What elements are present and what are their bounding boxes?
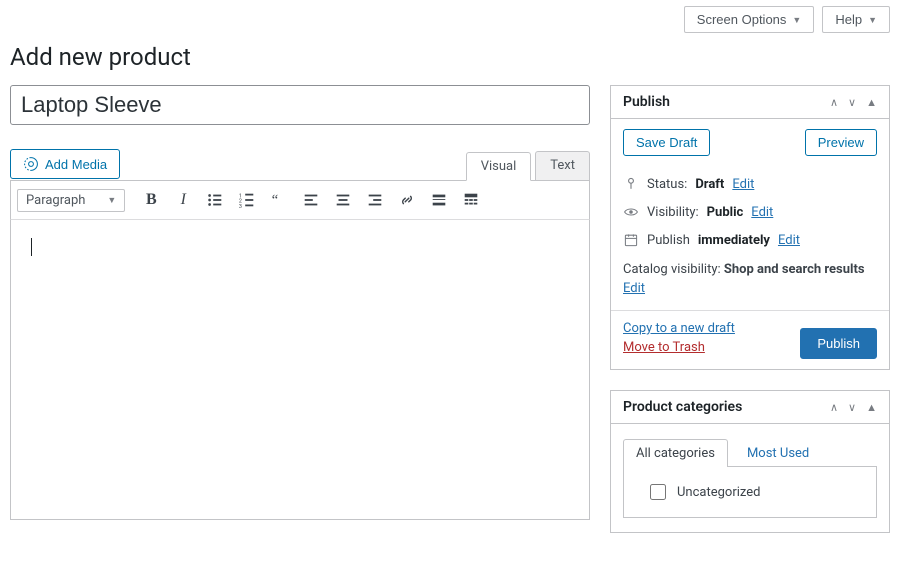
status-value: Draft <box>695 177 724 192</box>
categories-panel: Uncategorized <box>623 466 877 518</box>
product-title-input[interactable] <box>10 85 590 125</box>
edit-status-link[interactable]: Edit <box>732 177 754 192</box>
toggle-panel-icon[interactable]: ▲ <box>866 96 877 109</box>
publish-box: Publish ∧ ∨ ▲ Save Draft Preview Status:… <box>610 85 890 370</box>
category-item: Uncategorized <box>636 477 864 507</box>
quote-icon: “ <box>270 191 288 209</box>
numbered-list-button[interactable]: 123 <box>233 187 261 213</box>
calendar-icon <box>623 232 639 248</box>
bullet-list-icon <box>206 191 224 209</box>
add-media-button[interactable]: Add Media <box>10 149 120 179</box>
italic-button[interactable]: I <box>169 187 197 213</box>
help-button[interactable]: Help ▼ <box>822 6 890 33</box>
move-down-icon[interactable]: ∨ <box>848 96 856 109</box>
align-center-icon <box>334 191 352 209</box>
chevron-down-icon: ▼ <box>868 15 877 25</box>
editor-toolbar: Paragraph ▼ B I 123 “ <box>10 180 590 220</box>
help-label: Help <box>835 12 862 27</box>
tab-visual[interactable]: Visual <box>466 152 532 181</box>
svg-text:“: “ <box>272 193 278 209</box>
tab-all-categories[interactable]: All categories <box>623 439 728 467</box>
category-checkbox[interactable] <box>650 484 666 500</box>
kitchen-sink-icon <box>462 191 480 209</box>
blockquote-button[interactable]: “ <box>265 187 293 213</box>
pin-icon <box>623 176 639 192</box>
align-left-button[interactable] <box>297 187 325 213</box>
eye-icon <box>623 204 639 220</box>
visibility-label: Visibility: <box>647 205 699 220</box>
page-title: Add new product <box>10 43 890 71</box>
read-more-icon <box>430 191 448 209</box>
align-center-button[interactable] <box>329 187 357 213</box>
media-icon <box>23 156 39 172</box>
catalog-visibility-label: Catalog visibility: <box>623 262 721 277</box>
edit-catalog-link[interactable]: Edit <box>623 281 645 296</box>
catalog-visibility-value: Shop and search results <box>724 262 865 277</box>
bold-button[interactable]: B <box>137 187 165 213</box>
read-more-button[interactable] <box>425 187 453 213</box>
categories-heading: Product categories <box>623 399 742 415</box>
format-select[interactable]: Paragraph ▼ <box>17 189 125 212</box>
align-right-button[interactable] <box>361 187 389 213</box>
add-media-label: Add Media <box>45 157 107 172</box>
align-right-icon <box>366 191 384 209</box>
product-categories-box: Product categories ∧ ∨ ▲ All categories … <box>610 390 890 533</box>
move-up-icon[interactable]: ∧ <box>830 96 838 109</box>
move-up-icon[interactable]: ∧ <box>830 401 838 414</box>
category-label: Uncategorized <box>677 485 760 500</box>
toolbar-toggle-button[interactable] <box>457 187 485 213</box>
move-to-trash-link[interactable]: Move to Trash <box>623 340 735 355</box>
screen-options-label: Screen Options <box>697 12 787 27</box>
bullet-list-button[interactable] <box>201 187 229 213</box>
publish-heading: Publish <box>623 94 670 110</box>
text-cursor <box>31 238 32 256</box>
edit-schedule-link[interactable]: Edit <box>778 233 800 248</box>
copy-to-draft-link[interactable]: Copy to a new draft <box>623 321 735 336</box>
move-down-icon[interactable]: ∨ <box>848 401 856 414</box>
content-editor[interactable] <box>10 220 590 520</box>
chevron-down-icon: ▼ <box>792 15 801 25</box>
link-button[interactable] <box>393 187 421 213</box>
toggle-panel-icon[interactable]: ▲ <box>866 401 877 414</box>
publish-button[interactable]: Publish <box>800 328 877 359</box>
align-left-icon <box>302 191 320 209</box>
tab-text[interactable]: Text <box>535 151 590 180</box>
save-draft-button[interactable]: Save Draft <box>623 129 710 156</box>
schedule-label: Publish <box>647 233 690 248</box>
format-label: Paragraph <box>26 193 85 208</box>
tab-most-used[interactable]: Most Used <box>734 439 822 467</box>
visibility-value: Public <box>707 205 744 220</box>
numbered-list-icon: 123 <box>238 191 256 209</box>
chevron-down-icon: ▼ <box>107 195 116 206</box>
schedule-value: immediately <box>698 233 770 248</box>
edit-visibility-link[interactable]: Edit <box>751 205 773 220</box>
link-icon <box>398 191 416 209</box>
svg-text:3: 3 <box>239 204 242 209</box>
preview-button[interactable]: Preview <box>805 129 877 156</box>
status-label: Status: <box>647 177 687 192</box>
screen-options-button[interactable]: Screen Options ▼ <box>684 6 815 33</box>
